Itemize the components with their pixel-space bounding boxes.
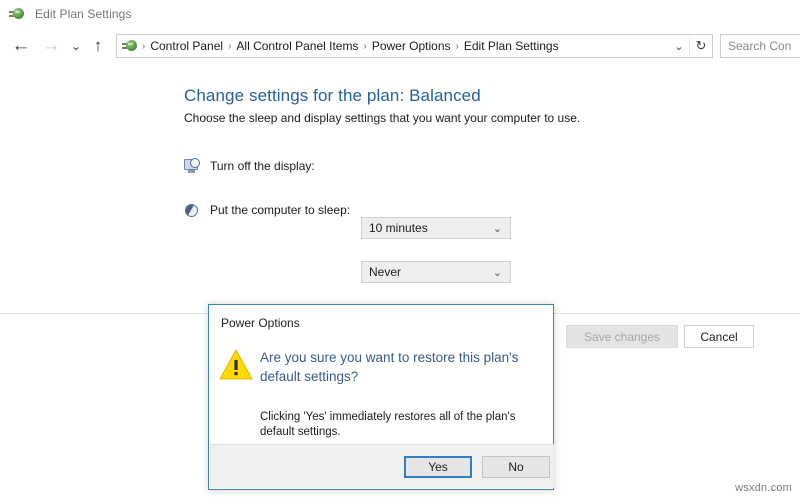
sleep-moon-icon: [184, 202, 201, 219]
display-icon: [184, 157, 201, 175]
power-options-dialog: Power Options Are you sure you want to r…: [208, 304, 554, 490]
up-button[interactable]: ↑: [86, 31, 110, 61]
breadcrumb-item-edit-plan-settings[interactable]: Edit Plan Settings: [461, 39, 562, 53]
dialog-no-button[interactable]: No: [482, 456, 550, 478]
turn-off-display-value: 10 minutes: [369, 221, 428, 235]
dialog-button-bar: Yes No: [210, 444, 554, 488]
sleep-dropdown[interactable]: Never ⌄: [361, 261, 511, 283]
breadcrumb-separator: ›: [455, 40, 459, 52]
setting-label-sleep: Put the computer to sleep:: [210, 203, 351, 217]
chevron-down-icon[interactable]: ⌄: [669, 35, 689, 57]
sleep-value: Never: [369, 265, 402, 279]
cancel-button[interactable]: Cancel: [684, 325, 754, 348]
main-content: Change settings for the plan: Balanced C…: [0, 64, 800, 362]
dialog-title: Power Options: [221, 316, 300, 330]
recent-locations-button[interactable]: ⌄: [66, 31, 86, 61]
breadcrumb-separator: ›: [142, 40, 146, 52]
back-button[interactable]: ←: [6, 31, 36, 61]
save-changes-button[interactable]: Save changes: [566, 325, 678, 348]
setting-row-sleep: Put the computer to sleep:: [184, 199, 350, 221]
address-bar[interactable]: › Control Panel › All Control Panel Item…: [116, 34, 713, 58]
dialog-question-text: Are you sure you want to restore this pl…: [260, 350, 519, 384]
breadcrumb-separator: ›: [228, 40, 232, 52]
dialog-yes-button[interactable]: Yes: [404, 456, 472, 478]
chevron-down-icon: ⌄: [492, 266, 502, 279]
chevron-down-icon: ⌄: [492, 222, 502, 235]
search-placeholder: Search Con: [728, 39, 792, 53]
breadcrumb-separator: ›: [363, 40, 367, 52]
edit-plan-settings-window: Edit Plan Settings ← → ⌄ ↑ › Control Pan…: [0, 0, 800, 500]
navigation-bar: ← → ⌄ ↑ › Control Panel › All Control Pa…: [0, 28, 800, 64]
search-input[interactable]: Search Con: [720, 34, 800, 58]
turn-off-display-dropdown[interactable]: 10 minutes ⌄: [361, 217, 511, 239]
breadcrumb-item-power-options[interactable]: Power Options: [369, 39, 454, 53]
warning-triangle-icon: [219, 349, 253, 380]
power-plug-icon: [9, 6, 25, 22]
window-title: Edit Plan Settings: [35, 7, 132, 21]
address-power-plug-icon: [122, 38, 138, 54]
watermark: wsxdn.com: [735, 482, 792, 494]
refresh-icon[interactable]: ↻: [690, 35, 712, 57]
dialog-description-text: Clicking 'Yes' immediately restores all …: [260, 411, 516, 438]
forward-button[interactable]: →: [36, 31, 66, 61]
setting-label-display: Turn off the display:: [210, 159, 315, 173]
setting-row-display: Turn off the display:: [184, 155, 315, 177]
breadcrumb-item-all-control-panel-items[interactable]: All Control Panel Items: [233, 39, 361, 53]
page-title: Change settings for the plan: Balanced: [184, 86, 481, 105]
title-bar: Edit Plan Settings: [0, 0, 800, 28]
breadcrumb-item-control-panel[interactable]: Control Panel: [147, 39, 226, 53]
breadcrumb[interactable]: › Control Panel › All Control Panel Item…: [117, 38, 669, 54]
page-subtitle: Choose the sleep and display settings th…: [184, 111, 581, 125]
